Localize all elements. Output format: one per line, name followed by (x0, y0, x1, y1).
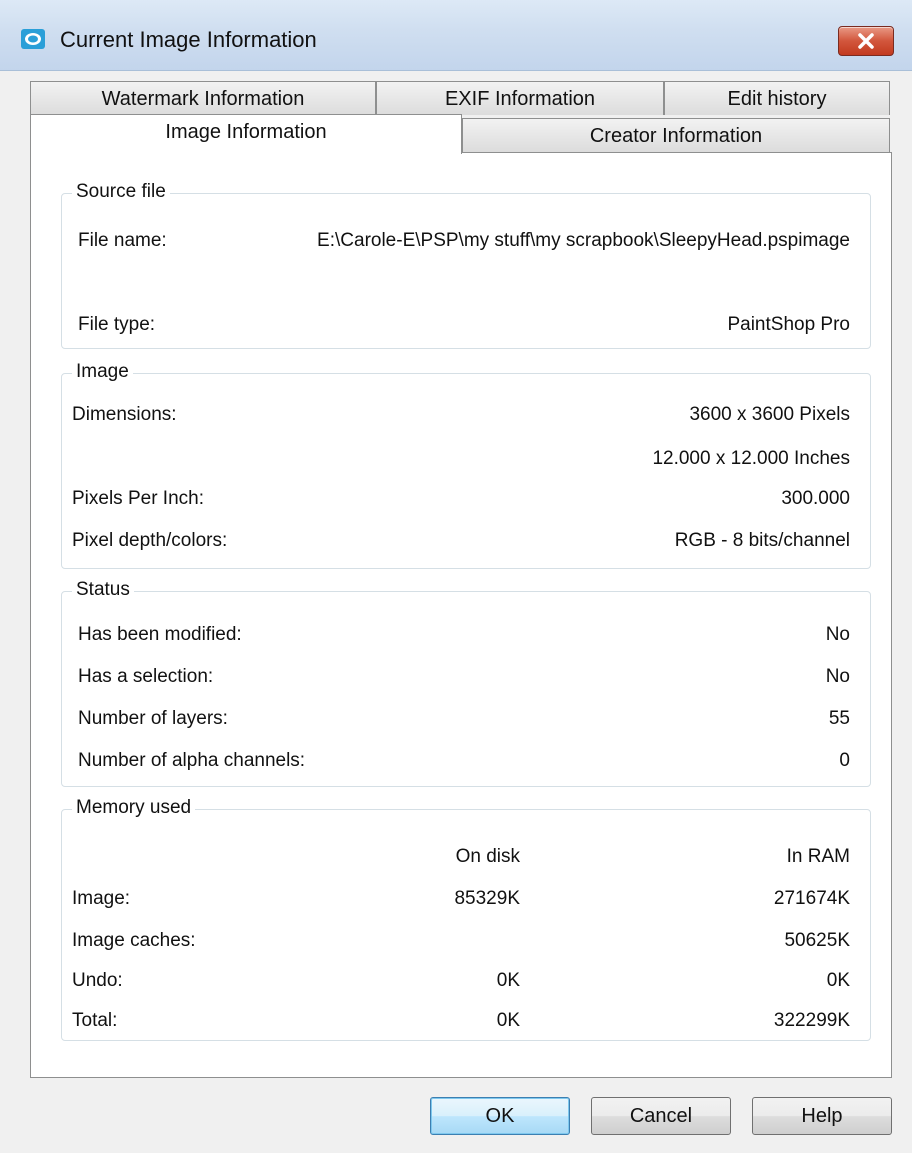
memory-row-ram: 271674K (773, 888, 850, 909)
image-group: Image Dimensions: 3600 x 3600 Pixels 12.… (61, 361, 871, 569)
memory-row-label: Image: (72, 888, 131, 909)
tab-edit-history[interactable]: Edit history (664, 81, 890, 115)
file-type-value: PaintShop Pro (727, 314, 850, 335)
memory-row-ram: 0K (826, 970, 850, 991)
group-title: Memory used (72, 797, 196, 819)
ppi-value: 300.000 (781, 488, 850, 509)
tab-label: Watermark Information (101, 88, 305, 110)
memory-row-ram: 322299K (773, 1010, 850, 1031)
group-title: Image (72, 361, 133, 383)
status-row-value: No (825, 666, 850, 687)
dimensions-pixels: 3600 x 3600 Pixels (689, 404, 850, 425)
dimensions-inches: 12.000 x 12.000 Inches (652, 448, 850, 469)
tab-image-information[interactable]: Image Information (30, 114, 462, 154)
memory-row-disk: 0K (496, 1010, 520, 1031)
window-title: Current Image Information (60, 27, 317, 52)
cancel-button[interactable]: Cancel (591, 1097, 731, 1135)
memory-row-label: Undo: (72, 970, 123, 991)
memory-col-on-disk: On disk (455, 846, 520, 867)
file-name-value: E:\Carole-E\PSP\my stuff\my scrapbook\Sl… (317, 230, 850, 251)
group-title: Status (72, 579, 134, 601)
status-row-label: Number of layers: (78, 708, 228, 729)
tab-watermark-information[interactable]: Watermark Information (30, 81, 376, 115)
tab-label: EXIF Information (444, 88, 596, 110)
title-bar: Current Image Information (0, 0, 912, 71)
tab-panel-image-information: Source file File name: E:\Carole-E\PSP\m… (30, 152, 892, 1078)
memory-row-label: Image caches: (72, 930, 196, 951)
dialog-window: Current Image Information Watermark Info… (0, 0, 912, 1153)
tab-creator-information[interactable]: Creator Information (462, 118, 890, 152)
pixel-depth-value: RGB - 8 bits/channel (674, 530, 850, 551)
source-file-group: Source file File name: E:\Carole-E\PSP\m… (61, 181, 871, 349)
tab-label: Image Information (165, 121, 327, 143)
paintshop-icon (20, 28, 46, 50)
status-row-value: No (825, 624, 850, 645)
status-group: Status Has been modified: No Has a selec… (61, 579, 871, 787)
file-name-label: File name: (78, 230, 167, 251)
close-button[interactable] (838, 26, 894, 56)
help-button[interactable]: Help (752, 1097, 892, 1135)
status-row-label: Has a selection: (78, 666, 214, 687)
memory-used-group: Memory used On disk In RAM Image: 85329K… (61, 797, 871, 1041)
dimensions-label: Dimensions: (72, 404, 177, 425)
memory-row-disk: 85329K (454, 888, 520, 909)
pixel-depth-label: Pixel depth/colors: (72, 530, 228, 551)
ppi-label: Pixels Per Inch: (72, 488, 204, 509)
memory-row-label: Total: (72, 1010, 118, 1031)
file-type-label: File type: (78, 314, 156, 335)
tab-label: Creator Information (589, 125, 763, 147)
memory-row-disk: 0K (496, 970, 520, 991)
status-row-label: Number of alpha channels: (78, 750, 306, 771)
status-row-value: 55 (828, 708, 850, 729)
memory-row-ram: 50625K (784, 930, 850, 951)
memory-col-in-ram: In RAM (786, 846, 850, 867)
status-row-value: 0 (839, 750, 850, 771)
group-title: Source file (72, 181, 170, 203)
status-row-label: Has been modified: (78, 624, 242, 645)
tab-label: Edit history (727, 88, 827, 110)
ok-button[interactable]: OK (430, 1097, 570, 1135)
close-icon (858, 33, 874, 49)
tab-exif-information[interactable]: EXIF Information (376, 81, 664, 115)
